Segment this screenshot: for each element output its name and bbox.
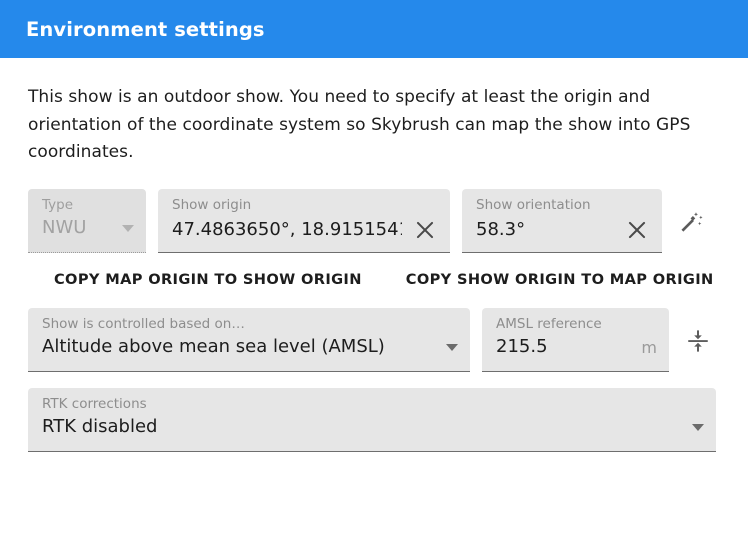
type-label: Type bbox=[42, 198, 134, 213]
origin-row: Type NWU Show origin 47.4863650°, 18.915… bbox=[28, 189, 720, 253]
show-controlled-value: Altitude above mean sea level (AMSL) bbox=[42, 336, 385, 359]
rtk-row: RTK corrections RTK disabled bbox=[28, 388, 720, 452]
chevron-down-icon[interactable] bbox=[446, 344, 458, 351]
show-origin-label: Show origin bbox=[172, 198, 438, 213]
type-select: Type NWU bbox=[28, 189, 146, 253]
copy-buttons-row: COPY MAP ORIGIN TO SHOW ORIGIN COPY SHOW… bbox=[28, 265, 720, 294]
rtk-corrections-label: RTK corrections bbox=[42, 397, 704, 412]
show-orientation-field[interactable]: Show orientation 58.3° bbox=[462, 189, 662, 253]
dialog-title: Environment settings bbox=[26, 18, 265, 41]
vertical-align-center-icon[interactable] bbox=[681, 324, 715, 358]
magic-wand-icon[interactable] bbox=[674, 205, 708, 239]
show-controlled-select[interactable]: Show is controlled based on… Altitude ab… bbox=[28, 308, 470, 372]
chevron-down-icon bbox=[122, 225, 134, 232]
show-origin-field[interactable]: Show origin 47.4863650°, 18.9151541 bbox=[158, 189, 450, 253]
show-orientation-value[interactable]: 58.3° bbox=[476, 219, 525, 242]
type-value: NWU bbox=[42, 217, 86, 240]
dialog-description: This show is an outdoor show. You need t… bbox=[28, 84, 706, 167]
show-origin-clear-icon[interactable] bbox=[412, 217, 438, 243]
show-origin-value[interactable]: 47.4863650°, 18.9151541 bbox=[172, 219, 402, 242]
environment-settings-dialog: Environment settings This show is an out… bbox=[0, 0, 748, 534]
rtk-corrections-value: RTK disabled bbox=[42, 416, 157, 439]
dialog-content: This show is an outdoor show. You need t… bbox=[0, 58, 748, 534]
amsl-reference-unit: m bbox=[633, 338, 657, 357]
chevron-down-icon[interactable] bbox=[692, 424, 704, 431]
dialog-titlebar: Environment settings bbox=[0, 0, 748, 58]
amsl-reference-value[interactable]: 215.5 bbox=[496, 336, 548, 359]
rtk-corrections-select[interactable]: RTK corrections RTK disabled bbox=[28, 388, 716, 452]
show-orientation-label: Show orientation bbox=[476, 198, 650, 213]
amsl-reference-field[interactable]: AMSL reference 215.5 m bbox=[482, 308, 669, 372]
amsl-reference-label: AMSL reference bbox=[496, 317, 657, 332]
altitude-reference-row: Show is controlled based on… Altitude ab… bbox=[28, 308, 720, 372]
copy-show-origin-to-map-origin-button[interactable]: COPY SHOW ORIGIN TO MAP ORIGIN bbox=[402, 265, 718, 294]
show-orientation-clear-icon[interactable] bbox=[624, 217, 650, 243]
copy-map-origin-to-show-origin-button[interactable]: COPY MAP ORIGIN TO SHOW ORIGIN bbox=[50, 265, 366, 294]
show-controlled-label: Show is controlled based on… bbox=[42, 317, 458, 332]
